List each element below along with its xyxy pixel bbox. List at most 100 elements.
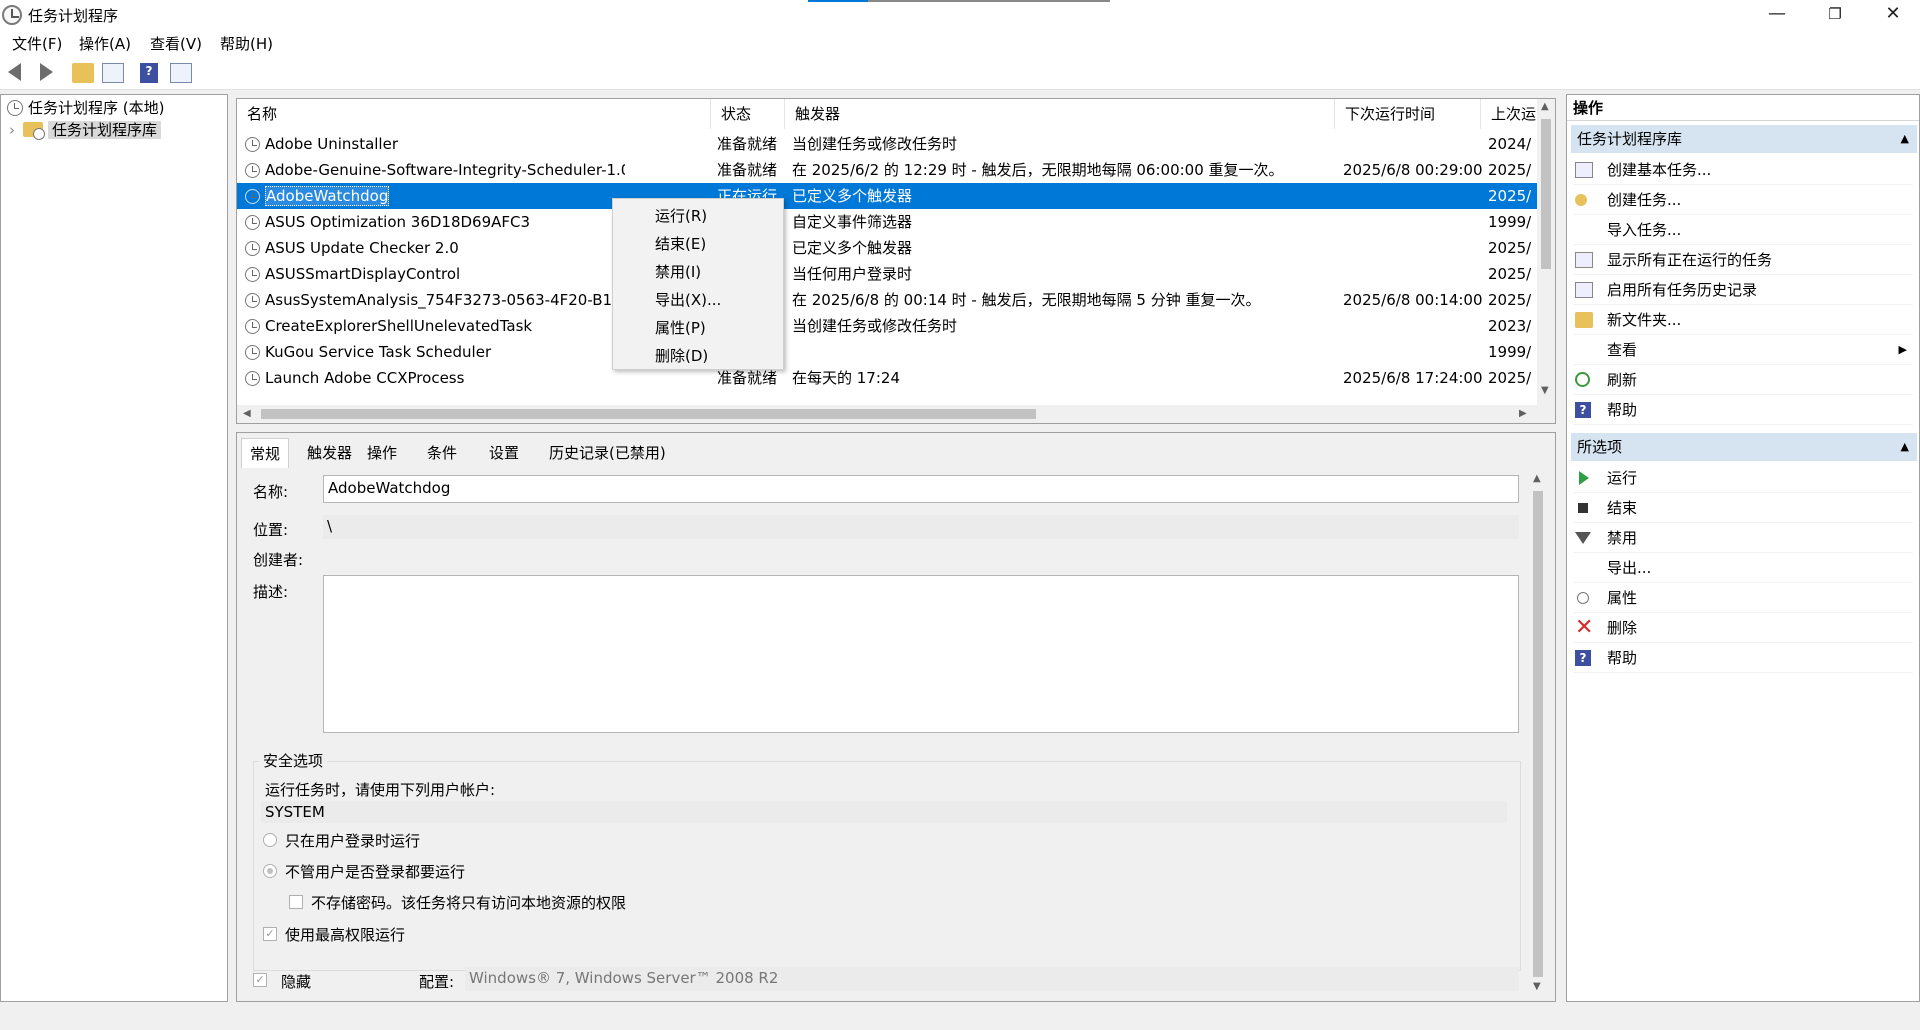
ctx-disable[interactable]: 禁用(I) [655,261,701,283]
task-trigger: 当创建任务或修改任务时 [792,135,958,153]
ctx-delete[interactable]: 删除(D) [655,345,708,367]
menu-action[interactable]: 操作(A) [79,33,131,54]
tab-general[interactable]: 常规 [241,438,290,468]
menu-view[interactable]: 查看(V) [150,33,202,54]
detail-vertical-scrollbar[interactable]: ▲ ▼ [1529,469,1547,997]
action-display-running-tasks[interactable]: 显示所有正在运行的任务 [1573,245,1913,275]
tree-library[interactable]: › 任务计划程序库 [9,119,162,141]
scroll-right-icon[interactable]: ▶ [1519,408,1527,419]
checkbox-do-not-store-password[interactable] [289,895,303,909]
task-next-run: 2025/6/8 00:29:00 [1343,161,1483,179]
minimize-button[interactable]: — [1748,0,1806,30]
scroll-thumb[interactable] [261,409,1036,419]
section-selected-item[interactable]: 所选项 ▲ [1571,433,1917,461]
task-row[interactable]: AsusSystemAnalysis_754F3273-0563-4F20-B1… [237,287,1537,313]
task-last-run: 2025/ [1488,369,1532,387]
task-row[interactable]: Launch Adobe CCXProcess 准备就绪 在每天的 17:24 … [237,365,1537,391]
scroll-up-icon[interactable]: ▲ [1533,473,1541,484]
task-row-selected[interactable]: AdobeWatchdog 正在运行 已定义多个触发器 2025/ [237,183,1537,209]
task-row[interactable]: Adobe-Genuine-Software-Integrity-Schedul… [237,157,1537,183]
ctx-export[interactable]: 导出(X)... [655,289,721,311]
column-header-status[interactable]: 状态 [711,99,785,129]
checkbox-highest-privileges[interactable]: ✓ [263,927,277,941]
action-refresh[interactable]: 刷新 [1573,365,1913,395]
task-status: 准备就绪 [717,135,778,153]
tab-triggers[interactable]: 触发器 [305,438,354,468]
task-row[interactable]: KuGou Service Task Scheduler 1999/ [237,339,1537,365]
tree-expander-icon[interactable]: › [9,121,15,139]
radio-whether-logged-on[interactable] [263,864,277,878]
task-row[interactable]: CreateExplorerShellUnelevatedTask 当创建任务或… [237,313,1537,339]
configure-for-select[interactable]: Windows® 7, Windows Server™ 2008 R2 [465,967,1519,991]
ctx-run[interactable]: 运行(R) [655,205,707,227]
task-trigger: 自定义事件筛选器 [792,213,913,231]
action-end[interactable]: 结束 [1573,493,1913,523]
column-header-next-run[interactable]: 下次运行时间 [1335,99,1481,129]
ctx-properties[interactable]: 属性(P) [655,317,706,339]
disable-icon [1575,532,1591,544]
action-import-task[interactable]: 导入任务... [1573,215,1913,245]
name-field[interactable]: AdobeWatchdog [323,475,1519,503]
radio-logged-on-only[interactable] [263,833,277,847]
column-header-name[interactable]: 名称 [237,99,711,129]
action-disable[interactable]: 禁用 [1573,523,1913,553]
forward-button[interactable] [34,63,56,83]
action-help[interactable]: ? 帮助 [1573,395,1913,425]
menu-help[interactable]: 帮助(H) [220,33,273,54]
task-list-horizontal-scrollbar[interactable]: ◀ ▶ [237,405,1539,423]
radio-logged-on-only-label: 只在用户登录时运行 [285,832,421,850]
ctx-end[interactable]: 结束(E) [655,233,706,255]
scroll-thumb[interactable] [1541,119,1551,269]
collapse-caret-icon[interactable]: ▲ [1901,125,1909,153]
action-enable-history[interactable]: 启用所有任务历史记录 [1573,275,1913,305]
action-export[interactable]: 导出... [1573,553,1913,583]
action-new-folder[interactable]: 新文件夹... [1573,305,1913,335]
tree-root-label: 任务计划程序 (本地) [28,99,165,117]
task-row[interactable]: ASUSSmartDisplayControl 当任何用户登录时 2025/ [237,261,1537,287]
tab-conditions[interactable]: 条件 [425,438,459,468]
menu-file[interactable]: 文件(F) [12,33,62,54]
action-delete[interactable]: ✕ 删除 [1573,613,1913,643]
action-help-selected[interactable]: ? 帮助 [1573,643,1913,673]
scroll-down-icon[interactable]: ▼ [1533,981,1541,992]
restore-button[interactable]: ❐ [1806,0,1864,30]
description-field[interactable] [323,575,1519,733]
action-properties[interactable]: 属性 [1573,583,1913,613]
forward-arrow-icon [40,63,53,81]
action-create-basic-task[interactable]: 创建基本任务... [1573,155,1913,185]
tab-settings[interactable]: 设置 [487,438,521,468]
task-name: CreateExplorerShellUnelevatedTask [265,317,533,335]
task-list-vertical-scrollbar[interactable]: ▲ ▼ [1537,99,1555,423]
tree-root-local[interactable]: 任务计划程序 (本地) [7,97,164,119]
close-button[interactable]: ✕ [1864,0,1920,30]
actions-header: 操作 [1567,95,1919,121]
task-clock-icon [245,293,260,308]
scroll-thumb[interactable] [1533,491,1543,977]
run-icon [1579,471,1589,485]
back-button[interactable] [6,63,28,83]
show-hide-action-pane-icon[interactable] [170,63,192,83]
up-folder-icon[interactable] [72,63,94,83]
task-name: ASUSSmartDisplayControl [265,265,461,283]
collapse-caret-icon[interactable]: ▲ [1901,433,1909,461]
checkbox-hidden[interactable]: ✓ [253,973,267,987]
back-arrow-icon [8,63,21,81]
security-options-title: 安全选项 [259,750,328,771]
scroll-up-icon[interactable]: ▲ [1541,101,1549,112]
column-header-last-run[interactable]: 上次运 [1481,99,1539,129]
column-header-trigger[interactable]: 触发器 [785,99,1335,129]
scroll-down-icon[interactable]: ▼ [1541,385,1549,396]
tab-history[interactable]: 历史记录(已禁用) [547,438,668,468]
scroll-left-icon[interactable]: ◀ [243,408,251,419]
task-status: 准备就绪 [717,161,778,179]
section-task-library[interactable]: 任务计划程序库 ▲ [1571,125,1917,153]
action-view[interactable]: 查看 ▶ [1573,335,1913,365]
show-hide-console-tree-icon[interactable] [102,63,124,83]
task-row[interactable]: ASUS Update Checker 2.0 已定义多个触发器 2025/ [237,235,1537,261]
task-row[interactable]: Adobe Uninstaller 准备就绪 当创建任务或修改任务时 2024/ [237,131,1537,157]
tab-actions[interactable]: 操作 [365,438,399,468]
task-row[interactable]: ASUS Optimization 36D18D69AFC3 自定义事件筛选器 … [237,209,1537,235]
help-icon[interactable]: ? [140,63,158,83]
action-create-task[interactable]: 创建任务... [1573,185,1913,215]
action-run[interactable]: 运行 [1573,463,1913,493]
